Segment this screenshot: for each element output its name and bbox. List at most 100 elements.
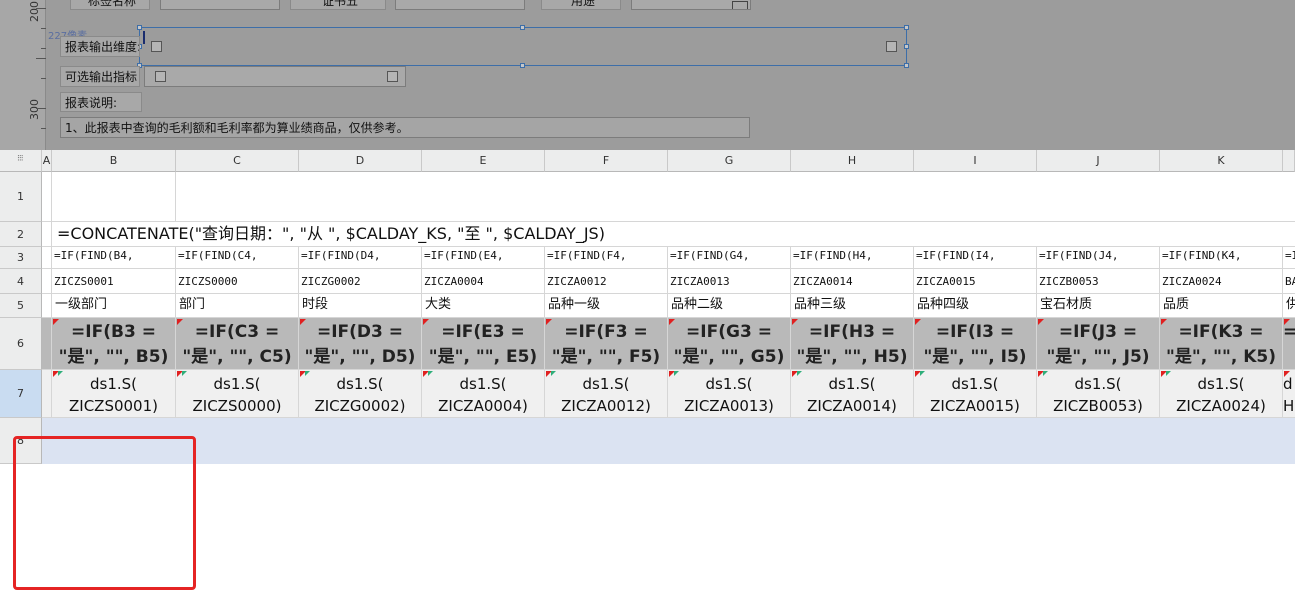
row6-cell-h[interactable]: =IF(H3 = "是", "", H5) xyxy=(791,318,914,370)
row-header-3[interactable]: 3 xyxy=(0,247,42,269)
row-header-5[interactable]: 5 xyxy=(0,294,42,318)
row-header-2[interactable]: 2 xyxy=(0,222,42,247)
grid-select-all-icon[interactable]: ⁝⁝⁝ xyxy=(17,154,24,164)
row5-cell-j[interactable]: 宝石材质 xyxy=(1037,294,1160,318)
row7-cell-b[interactable]: ds1.S( ZICZS0001) xyxy=(52,370,176,418)
row5-cell-g[interactable]: 品种二级 xyxy=(668,294,791,318)
grid-cell[interactable] xyxy=(52,172,176,222)
grid-cell[interactable] xyxy=(42,222,52,247)
row3-cell-k[interactable]: =IF(FIND(K4, xyxy=(1160,247,1283,269)
row4-cell-d[interactable]: ZICZG0002 xyxy=(299,269,422,294)
row3-cell-h[interactable]: =IF(FIND(H4, xyxy=(791,247,914,269)
row4-cell-b[interactable]: ZICZS0001 xyxy=(52,269,176,294)
row4-cell-c[interactable]: ZICZS0000 xyxy=(176,269,299,294)
row4-cell-partial[interactable]: BA xyxy=(1283,269,1295,294)
resize-handle[interactable] xyxy=(904,44,909,49)
row7-cell-k[interactable]: ds1.S( ZICZA0024) xyxy=(1160,370,1283,418)
label-widget[interactable]: 证书五 xyxy=(290,0,386,10)
row4-cell-e[interactable]: ZICZA0004 xyxy=(422,269,545,294)
row6-cell-c[interactable]: =IF(C3 = "是", "", C5) xyxy=(176,318,299,370)
column-header-j[interactable]: J xyxy=(1037,150,1160,172)
row3-cell-b[interactable]: =IF(FIND(B4, xyxy=(52,247,176,269)
column-header-d[interactable]: D xyxy=(299,150,422,172)
column-header-k[interactable]: K xyxy=(1160,150,1283,172)
row-header-7[interactable]: 7 xyxy=(0,370,42,418)
report-desc-text[interactable]: 1、此报表中查询的毛利额和毛利率都为算业绩商品，仅供参考。 xyxy=(60,117,750,138)
label-widget[interactable]: 标签名称 xyxy=(70,0,150,10)
row7-cell-e[interactable]: ds1.S( ZICZA0004) xyxy=(422,370,545,418)
row5-cell-e[interactable]: 大类 xyxy=(422,294,545,318)
column-header-partial[interactable] xyxy=(1283,150,1295,172)
row3-cell-c[interactable]: =IF(FIND(C4, xyxy=(176,247,299,269)
row4-cell-f[interactable]: ZICZA0012 xyxy=(545,269,668,294)
row6-cell-j[interactable]: =IF(J3 = "是", "", J5) xyxy=(1037,318,1160,370)
row5-cell-c[interactable]: 部门 xyxy=(176,294,299,318)
selected-widget-outline[interactable] xyxy=(139,27,907,66)
row7-cell-c[interactable]: ds1.S( ZICZS0000) xyxy=(176,370,299,418)
row7-cell-j[interactable]: ds1.S( ZICZB0053) xyxy=(1037,370,1160,418)
row6-cell-d[interactable]: =IF(D3 = "是", "", D5) xyxy=(299,318,422,370)
row6-cell-k[interactable]: =IF(K3 = "是", "", K5) xyxy=(1160,318,1283,370)
row4-cell-h[interactable]: ZICZA0014 xyxy=(791,269,914,294)
row6-cell-partial[interactable]: = xyxy=(1283,318,1295,370)
row5-cell-b[interactable]: 一级部门 xyxy=(52,294,176,318)
resize-handle[interactable] xyxy=(137,25,142,30)
column-header-i[interactable]: I xyxy=(914,150,1037,172)
row3-cell-f[interactable]: =IF(FIND(F4, xyxy=(545,247,668,269)
row3-cell-g[interactable]: =IF(FIND(G4, xyxy=(668,247,791,269)
resize-handle[interactable] xyxy=(520,25,525,30)
label-widget[interactable]: 用途 xyxy=(541,0,621,10)
row7-cell-h[interactable]: ds1.S( ZICZA0014) xyxy=(791,370,914,418)
grid-cell[interactable] xyxy=(42,318,52,370)
text-field-widget[interactable] xyxy=(160,0,280,10)
row5-cell-k[interactable]: 品质 xyxy=(1160,294,1283,318)
column-header-a[interactable]: A xyxy=(42,150,52,172)
grid-cell[interactable] xyxy=(42,370,52,418)
column-header-c[interactable]: C xyxy=(176,150,299,172)
date-field-widget[interactable] xyxy=(631,0,751,10)
row6-cell-b[interactable]: =IF(B3 = "是", "", B5) xyxy=(52,318,176,370)
row5-cell-h[interactable]: 品种三级 xyxy=(791,294,914,318)
row3-cell-d[interactable]: =IF(FIND(D4, xyxy=(299,247,422,269)
column-header-f[interactable]: F xyxy=(545,150,668,172)
row6-cell-e[interactable]: =IF(E3 = "是", "", E5) xyxy=(422,318,545,370)
dimension-checkbox-last[interactable] xyxy=(886,41,897,52)
grid-cell[interactable] xyxy=(42,172,52,222)
column-header-e[interactable]: E xyxy=(422,150,545,172)
resize-handle[interactable] xyxy=(520,63,525,68)
column-header-h[interactable]: H xyxy=(791,150,914,172)
grid-cell[interactable] xyxy=(42,294,52,318)
row7-cell-g[interactable]: ds1.S( ZICZA0013) xyxy=(668,370,791,418)
grid-corner[interactable]: ⁝⁝⁝ xyxy=(0,150,42,172)
row6-cell-i[interactable]: =IF(I3 = "是", "", I5) xyxy=(914,318,1037,370)
text-field-widget[interactable] xyxy=(395,0,525,10)
column-header-b[interactable]: B xyxy=(52,150,176,172)
column-header-g[interactable]: G xyxy=(668,150,791,172)
row3-cell-partial[interactable]: =I xyxy=(1283,247,1295,269)
row4-cell-i[interactable]: ZICZA0015 xyxy=(914,269,1037,294)
row8-empty-area[interactable] xyxy=(42,418,1295,464)
metric-checkbox-first[interactable] xyxy=(155,71,166,82)
row3-cell-j[interactable]: =IF(FIND(J4, xyxy=(1037,247,1160,269)
dimension-checkbox-first[interactable] xyxy=(151,41,162,52)
row7-cell-i[interactable]: ds1.S( ZICZA0015) xyxy=(914,370,1037,418)
row5-cell-partial[interactable]: 供 xyxy=(1283,294,1295,318)
row5-cell-i[interactable]: 品种四级 xyxy=(914,294,1037,318)
row3-cell-i[interactable]: =IF(FIND(I4, xyxy=(914,247,1037,269)
row4-cell-g[interactable]: ZICZA0013 xyxy=(668,269,791,294)
grid-cell[interactable] xyxy=(42,247,52,269)
query-date-formula-cell[interactable]: =CONCATENATE("查询日期：", "从 ", $CALDAY_KS, … xyxy=(52,222,1295,247)
row5-cell-f[interactable]: 品种一级 xyxy=(545,294,668,318)
row7-cell-d[interactable]: ds1.S( ZICZG0002) xyxy=(299,370,422,418)
row-header-1[interactable]: 1 xyxy=(0,172,42,222)
resize-handle[interactable] xyxy=(904,25,909,30)
row6-cell-f[interactable]: =IF(F3 = "是", "", F5) xyxy=(545,318,668,370)
metric-checkbox-last[interactable] xyxy=(387,71,398,82)
row4-cell-j[interactable]: ZICZB0053 xyxy=(1037,269,1160,294)
row7-cell-f[interactable]: ds1.S( ZICZA0012) xyxy=(545,370,668,418)
title-merged-cell[interactable] xyxy=(176,172,1295,222)
row3-cell-e[interactable]: =IF(FIND(E4, xyxy=(422,247,545,269)
grid-cell[interactable] xyxy=(42,269,52,294)
calendar-icon[interactable] xyxy=(732,1,748,9)
row-header-4[interactable]: 4 xyxy=(0,269,42,294)
